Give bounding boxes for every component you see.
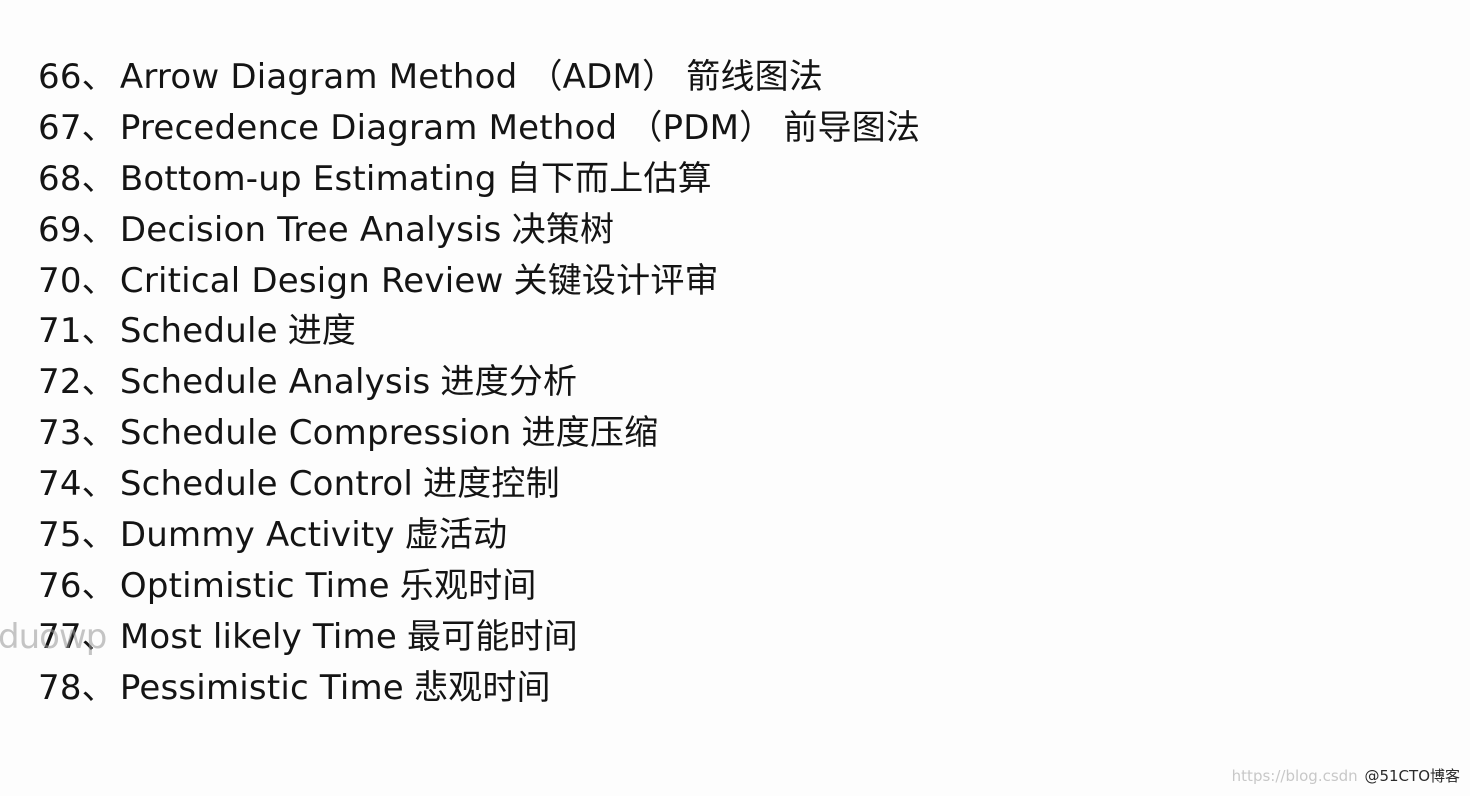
term-separator: 、 xyxy=(81,158,116,199)
term-number: 68 xyxy=(38,158,82,199)
term-separator: 、 xyxy=(81,565,116,606)
term-english: Schedule Control xyxy=(119,464,414,505)
term-number: 75 xyxy=(38,515,82,556)
term-separator: 、 xyxy=(81,667,116,708)
footer-watermark: https://blog.csdn @51CTO博客 xyxy=(1232,765,1460,786)
term-chinese: 乐观时间 xyxy=(399,565,537,606)
left-watermark: duowp xyxy=(0,617,107,657)
term-separator: 、 xyxy=(81,464,116,505)
term-english: Optimistic Time xyxy=(119,565,390,606)
term-chinese: 进度分析 xyxy=(440,362,578,403)
list-item: 69、 Decision Tree Analysis 决策树 xyxy=(38,207,920,258)
term-chinese: 自下而上估算 xyxy=(506,158,712,199)
footer-watermark-brand: @51CTO博客 xyxy=(1364,767,1460,785)
list-item: 71、 Schedule 进度 xyxy=(38,308,920,359)
term-separator: 、 xyxy=(81,515,116,556)
list-item: 73、 Schedule Compression 进度压缩 xyxy=(38,410,920,461)
term-english: Schedule xyxy=(119,311,278,352)
term-english: Schedule Analysis xyxy=(119,362,431,403)
term-number: 66 xyxy=(38,57,82,97)
list-item: 77、 Most likely Time 最可能时间 xyxy=(38,614,920,665)
term-english: Bottom-up Estimating xyxy=(119,158,497,199)
term-english: Dummy Activity xyxy=(119,515,395,556)
term-number: 76 xyxy=(38,565,82,606)
term-separator: 、 xyxy=(81,311,116,352)
term-number: 67 xyxy=(38,107,82,148)
list-item: 78、 Pessimistic Time 悲观时间 xyxy=(38,665,920,716)
term-separator: 、 xyxy=(81,209,116,250)
footer-watermark-url: https://blog.csdn xyxy=(1231,767,1358,785)
term-number: 74 xyxy=(38,464,82,505)
term-list: 66、 Arrow Diagram Method （ADM） 箭线图法 67、 Prec… xyxy=(38,54,920,716)
term-number: 69 xyxy=(38,209,82,250)
term-chinese: 决策树 xyxy=(511,209,615,250)
term-chinese: 虚活动 xyxy=(404,515,508,556)
term-number: 73 xyxy=(38,413,82,454)
term-chinese: 进度压缩 xyxy=(521,413,659,454)
term-number: 71 xyxy=(38,311,82,352)
term-english: Schedule Compression xyxy=(119,413,512,454)
term-chinese: 前导图法 xyxy=(783,107,921,148)
list-item: 75、 Dummy Activity 虚活动 xyxy=(38,512,920,563)
term-separator: 、 xyxy=(81,57,116,97)
term-separator: 、 xyxy=(81,107,116,148)
list-item: 72、 Schedule Analysis 进度分析 xyxy=(38,359,920,410)
term-english: Arrow Diagram Method （ADM） xyxy=(119,57,677,97)
term-number: 70 xyxy=(38,260,82,301)
list-item: 67、 Precedence Diagram Method （PDM） 前导图法 xyxy=(38,105,920,156)
term-number: 78 xyxy=(38,667,82,708)
term-chinese: 最可能时间 xyxy=(406,616,578,657)
term-chinese: 箭线图法 xyxy=(686,57,824,97)
list-item: 76、 Optimistic Time 乐观时间 xyxy=(38,563,920,614)
term-separator: 、 xyxy=(81,260,116,301)
term-chinese: 进度控制 xyxy=(423,464,560,505)
term-english: Pessimistic Time xyxy=(119,667,404,708)
list-item: 68、 Bottom-up Estimating 自下而上估算 xyxy=(38,156,920,207)
term-chinese: 悲观时间 xyxy=(413,667,551,708)
term-chinese: 进度 xyxy=(287,311,357,352)
list-item: 70、 Critical Design Review 关键设计评审 xyxy=(38,258,920,309)
list-item: 74、 Schedule Control 进度控制 xyxy=(38,461,920,512)
term-english: Precedence Diagram Method （PDM） xyxy=(119,107,774,148)
term-separator: 、 xyxy=(81,413,116,454)
term-english: Most likely Time xyxy=(119,616,397,657)
document-page: 66、 Arrow Diagram Method （ADM） 箭线图法 67、 Prec… xyxy=(0,0,1470,796)
term-chinese: 关键设计评审 xyxy=(513,260,719,301)
term-number: 72 xyxy=(38,362,82,403)
term-english: Critical Design Review xyxy=(119,260,504,301)
list-item: 66、 Arrow Diagram Method （ADM） 箭线图法 xyxy=(38,54,920,105)
term-separator: 、 xyxy=(81,362,116,403)
term-english: Decision Tree Analysis xyxy=(119,209,502,250)
